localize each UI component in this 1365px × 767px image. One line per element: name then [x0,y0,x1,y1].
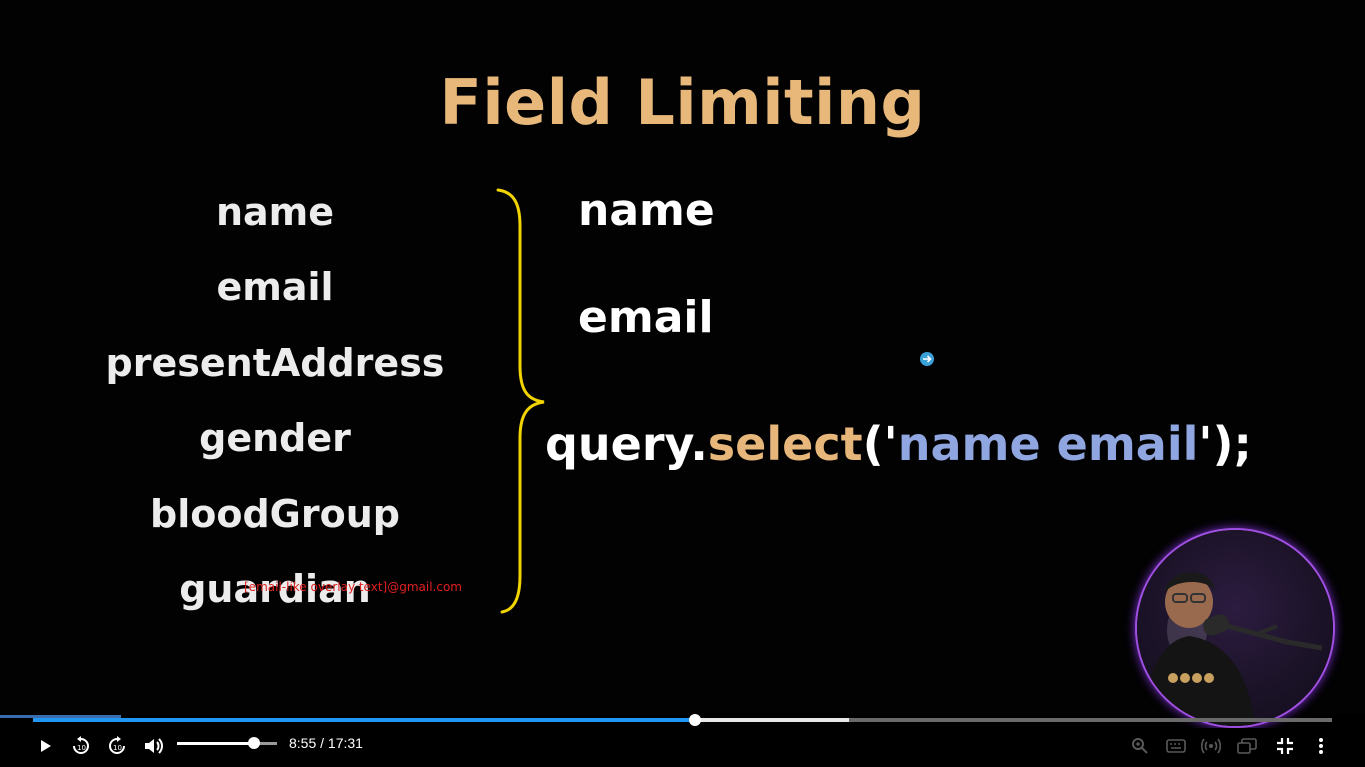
presenter-webcam [1137,530,1333,726]
query-code: query.select('name email'); [545,417,1252,471]
zoom-button[interactable] [1126,732,1154,760]
seek-handle[interactable] [689,714,701,726]
query-close: '); [1198,417,1252,471]
more-options-button[interactable] [1307,732,1335,760]
curly-brace [496,188,545,614]
exit-fullscreen-button[interactable] [1271,732,1299,760]
forward-icon: 10 [109,736,125,754]
cursor-icon [920,352,934,366]
pip-button[interactable] [1233,732,1261,760]
field-item: email [216,265,334,310]
all-fields-list: name email presentAddress gender bloodGr… [80,184,470,636]
broadcast-button[interactable] [1197,732,1225,760]
more-vertical-icon [1319,738,1323,754]
time-display: 8:55 / 17:31 [289,735,363,751]
video-frame[interactable]: Field Limiting name email presentAddress… [0,0,1365,726]
seek-bar[interactable] [0,712,1365,728]
field-item: guardian [179,566,371,611]
query-prefix: query. [545,417,708,471]
broadcast-icon [1201,738,1221,754]
mute-button[interactable] [139,732,167,760]
rewind-icon: 10 [73,736,89,754]
field-item: gender [199,416,351,461]
forward-10-button[interactable]: 10 [103,732,131,760]
exit-fullscreen-icon [1277,738,1293,754]
picture-in-picture-icon [1237,738,1257,754]
play-icon [41,740,51,752]
field-item: name [215,190,335,234]
query-arg: name email [897,417,1199,471]
svg-text:10: 10 [77,744,86,752]
query-method: select [707,417,863,471]
keyboard-button[interactable] [1162,732,1190,760]
zoom-icon [1132,738,1148,754]
volume-level [177,742,255,745]
query-open: (' [862,417,898,471]
selected-field-email: email [578,292,714,343]
seek-played [33,718,695,722]
rewind-10-button[interactable]: 10 [67,732,95,760]
volume-icon [145,738,163,754]
selected-field-name: name [578,185,715,236]
field-item: bloodGroup [150,491,400,536]
svg-text:10: 10 [113,744,122,752]
watermark: [email-like overlay text]@gmail.com [244,580,462,594]
play-button[interactable] [31,732,59,760]
player-controls: 10 10 8:55 / 17:31 [0,728,1365,767]
keyboard-icon [1166,739,1186,753]
slide-title: Field Limiting [439,66,926,139]
presenter-icon [1143,572,1323,726]
field-item: presentAddress [105,340,445,385]
volume-handle[interactable] [248,737,260,749]
